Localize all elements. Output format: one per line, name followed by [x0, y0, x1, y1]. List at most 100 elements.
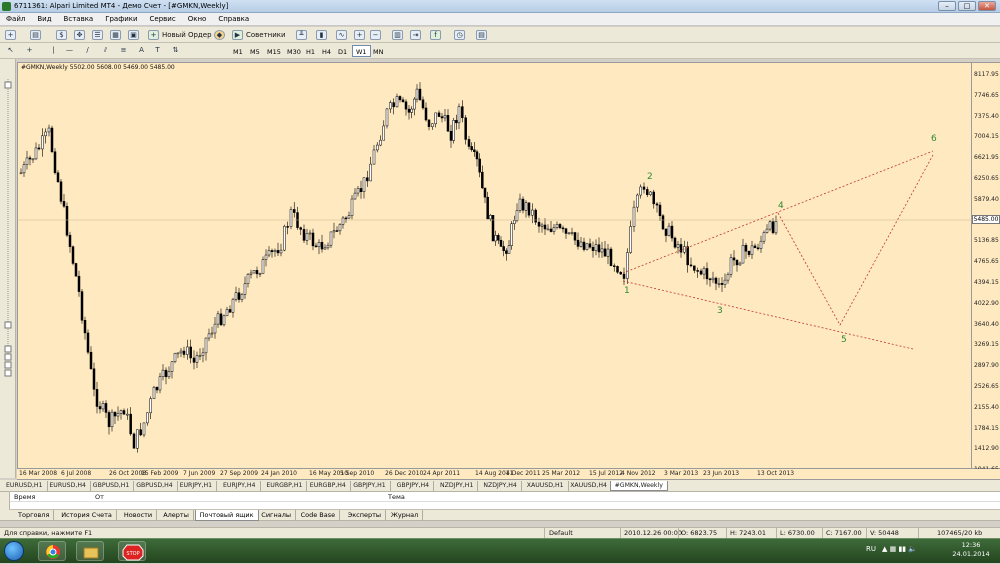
timeframe-m1[interactable]: M1 — [229, 45, 247, 57]
status-bar: Для справки, нажмите F1 Default 2010.12.… — [0, 527, 1000, 539]
bar-chart-icon[interactable]: ╨ — [296, 30, 307, 40]
chrome-taskbar-icon[interactable] — [38, 541, 66, 561]
time-axis[interactable]: 16 Mar 2008 6 Jul 2008 26 Oct 2008 15 Feb 2… — [17, 469, 1000, 480]
price-axis[interactable]: 8117.95 7746.65 7375.40 7004.15 6621.95 6250.… — [972, 62, 1000, 473]
market-watch-icon[interactable]: $ — [56, 30, 67, 40]
terminal-close-icon[interactable] — [0, 492, 10, 510]
autoscroll-icon[interactable]: ⇥ — [410, 30, 421, 40]
chart-tab[interactable]: #GMKN,Weekly — [609, 481, 668, 491]
menu-view[interactable]: Вид — [31, 13, 57, 25]
start-button[interactable] — [4, 541, 24, 561]
timeframe-mn[interactable]: MN — [369, 45, 387, 57]
menu-insert[interactable]: Вставка — [58, 13, 100, 25]
fibonacci-icon[interactable]: ≡ — [118, 46, 129, 56]
terminal-tab[interactable]: История Счета — [57, 510, 117, 521]
text-label-icon[interactable]: T — [152, 46, 163, 56]
candle-body — [449, 130, 453, 141]
candle-body — [673, 237, 677, 248]
minimize-button[interactable]: – — [938, 1, 956, 11]
vertical-line-icon[interactable]: | — [48, 46, 59, 56]
chart-tab[interactable]: EURUSD,H4 — [45, 481, 91, 491]
chart-tab[interactable]: XAUUSD,H4 — [566, 481, 612, 491]
zoom-out-icon[interactable]: − — [370, 30, 381, 40]
language-indicator[interactable]: RU — [866, 545, 876, 553]
chart-tab[interactable]: NZDJPY,H1 — [436, 481, 479, 491]
zoom-in-icon[interactable]: + — [354, 30, 365, 40]
timeframe-m15[interactable]: M15 — [263, 45, 285, 57]
new-chart-icon[interactable]: + — [5, 30, 16, 40]
wave-label-2: 2 — [647, 172, 653, 182]
trendline-icon[interactable]: / — [82, 46, 93, 56]
cursor-icon[interactable]: ↖ — [5, 46, 16, 56]
chart-tab[interactable]: GBPUSD,H1 — [89, 481, 135, 491]
menu-file[interactable]: Файл — [0, 13, 31, 25]
chart-tab[interactable]: NZDJPY,H4 — [479, 481, 522, 491]
strategy-tester-icon[interactable]: ▣ — [128, 30, 139, 40]
chart-tab[interactable]: EURUSD,H1 — [2, 481, 48, 491]
new-order-icon[interactable]: + — [148, 30, 159, 40]
timeframe-w1[interactable]: W1 — [352, 45, 371, 57]
taskbar-clock[interactable]: 12:36 24.01.2014 — [946, 541, 996, 559]
timeframe-d1[interactable]: D1 — [334, 45, 351, 57]
candle-body — [113, 411, 117, 417]
data-window-icon[interactable]: ✥ — [74, 30, 85, 40]
maximize-button[interactable]: □ — [958, 1, 976, 11]
terminal-tab[interactable]: Почтовый ящик — [194, 510, 259, 521]
arrows-icon[interactable]: ⇅ — [170, 46, 181, 56]
chart-tab[interactable]: EURJPY,H1 — [176, 481, 218, 491]
timeframe-m5[interactable]: M5 — [246, 45, 264, 57]
candle-body — [588, 243, 592, 248]
line-chart-icon[interactable]: ∿ — [336, 30, 347, 40]
metatrader-taskbar-icon[interactable]: STOP — [118, 541, 146, 561]
menu-tools[interactable]: Сервис — [144, 13, 182, 25]
chart-tab[interactable]: GBPUSD,H4 — [132, 481, 178, 491]
menu-help[interactable]: Справка — [212, 13, 255, 25]
column-subject[interactable]: Тема — [388, 493, 405, 501]
close-button[interactable]: ✕ — [978, 1, 996, 11]
menu-window[interactable]: Окно — [182, 13, 213, 25]
navigator-collapsed-panel[interactable] — [0, 59, 16, 478]
terminal-tab[interactable]: Code Base — [297, 510, 341, 521]
candle-body — [369, 163, 372, 182]
timeframe-h1[interactable]: H1 — [302, 45, 319, 57]
crosshair-icon[interactable]: + — [24, 46, 35, 56]
chart-tab[interactable]: EURGBP,H4 — [306, 481, 351, 491]
terminal-tab[interactable]: Алерты — [159, 510, 194, 521]
terminal-tab[interactable]: Сигналы — [257, 510, 296, 521]
menu-charts[interactable]: Графики — [99, 13, 143, 25]
experts-icon[interactable]: ▶ — [232, 30, 243, 40]
chart-tab[interactable]: XAUUSD,H1 — [523, 481, 569, 491]
terminal-tab[interactable]: Журнал — [387, 510, 424, 521]
tile-windows-icon[interactable]: ▥ — [392, 30, 403, 40]
periods-icon[interactable]: ◷ — [454, 30, 465, 40]
price-chart[interactable]: 1 2 3 4 5 6 — [18, 63, 973, 470]
templates-icon[interactable]: ▤ — [476, 30, 487, 40]
terminal-tab[interactable]: Эксперты — [344, 510, 387, 521]
chart-tab[interactable]: EURGBP,H1 — [262, 481, 308, 491]
navigator-icon[interactable]: ☰ — [92, 30, 103, 40]
horizontal-line-icon[interactable]: — — [64, 46, 75, 56]
chart-window[interactable]: 1 2 3 4 5 6 — [17, 62, 973, 470]
terminal-tab[interactable]: Новости — [120, 510, 158, 521]
experts-button[interactable]: Советники — [246, 29, 286, 41]
candlestick-icon[interactable]: ▮ — [316, 30, 327, 40]
system-tray-icons[interactable]: ▲ ▦ ▮▮ 🔈 — [882, 545, 917, 553]
metaeditor-icon[interactable]: ◆ — [214, 30, 225, 40]
terminal-icon[interactable]: ▦ — [110, 30, 121, 40]
channel-icon[interactable]: ⫽ — [100, 46, 111, 56]
new-order-button[interactable]: Новый Ордер — [162, 29, 212, 41]
explorer-taskbar-icon[interactable] — [76, 541, 104, 561]
chart-tab[interactable]: GBPJPY,H4 — [393, 481, 435, 491]
column-from[interactable]: От — [95, 493, 104, 501]
timeframe-h4[interactable]: H4 — [318, 45, 335, 57]
terminal-tab[interactable]: Торговля — [14, 510, 55, 521]
chart-tab[interactable]: EURJPY,H4 — [219, 481, 261, 491]
indicators-icon[interactable]: f — [430, 30, 441, 40]
candle-body — [470, 146, 473, 151]
candle-body — [225, 309, 229, 317]
chart-tab[interactable]: GBPJPY,H1 — [349, 481, 391, 491]
column-time[interactable]: Время — [14, 493, 35, 501]
profiles-icon[interactable]: ▤ — [30, 30, 41, 40]
candle-body — [431, 123, 434, 127]
text-icon[interactable]: A — [136, 46, 147, 56]
